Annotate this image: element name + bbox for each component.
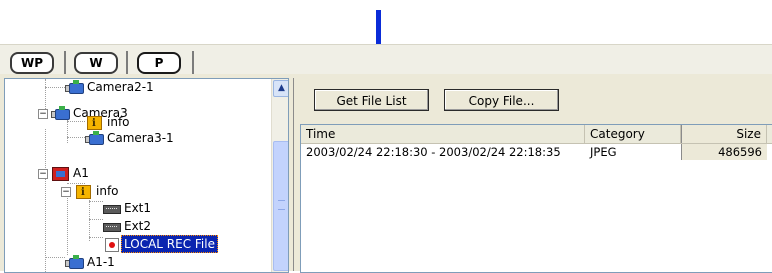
scroll-grip-icon [278,200,285,210]
tree-node-label: A1-1 [87,255,115,269]
tab-p[interactable]: P [137,52,181,74]
collapse-toggle-camera3[interactable]: − [38,109,48,119]
tree-node-label: info [107,115,130,129]
tree-connector [89,201,103,202]
tab-divider [192,51,194,75]
a1-device-icon [51,166,69,181]
tree-node-label: Camera2-1 [87,80,154,94]
collapse-toggle-a1-info[interactable]: − [61,187,71,197]
rec-file-icon [102,237,120,252]
scroll-up-arrow-icon[interactable]: ▲ [273,80,288,97]
column-header-size[interactable]: Size [681,125,767,143]
tab-wp[interactable]: WP [10,52,54,74]
tab-w[interactable]: W [74,52,118,74]
column-header-time[interactable]: Time [301,125,585,143]
ext-port-icon [102,201,121,215]
ext-port-icon [102,219,121,233]
tree-node-label: info [96,184,119,198]
file-pane: Get File List Copy File... Time Category… [293,78,772,273]
tree-connector [67,121,85,122]
copy-file-button[interactable]: Copy File... [444,89,559,111]
cell-size: 486596 [681,144,767,160]
file-list-header: Time Category Size [301,125,772,144]
camera-icon [85,131,104,145]
tree-connector [67,137,85,138]
cell-category: JPEG [590,145,617,159]
view-tab-bar: WP W P [0,44,772,75]
tree-scrollbar[interactable]: ▲ [271,79,288,272]
info-folder-icon [85,115,103,132]
tab-divider [64,51,66,75]
tree-connector [89,219,103,220]
camera-icon [65,80,84,94]
device-tree[interactable]: Camera2-1 − Camera3 info Camera3-1 − A1 … [4,78,289,273]
tree-node-label: Camera3-1 [107,131,174,145]
tree-node-label-selected: LOCAL REC File [121,235,218,253]
tree-connector [67,193,68,255]
scroll-thumb[interactable] [273,141,288,271]
get-file-list-button[interactable]: Get File List [314,89,429,111]
column-header-category[interactable]: Category [585,125,681,143]
tree-connector [89,237,103,238]
camera-icon [51,106,70,120]
tree-connector [45,87,65,88]
file-list[interactable]: Time Category Size 2003/02/24 22:18:30 -… [300,124,772,273]
camera-icon [65,255,84,269]
tab-divider [126,51,128,75]
collapse-toggle-a1[interactable]: − [38,169,48,179]
tree-connector [45,129,46,272]
tree-node-label: Ext1 [124,201,152,215]
tree-connector [45,257,65,258]
info-folder-icon [74,184,92,201]
tree-node-label: Ext2 [124,219,152,233]
tree-connector [45,79,46,113]
cell-time: 2003/02/24 22:18:30 - 2003/02/24 22:18:3… [306,145,561,159]
tree-node-label: A1 [73,166,89,180]
main-frame: Camera2-1 − Camera3 info Camera3-1 − A1 … [0,74,772,273]
